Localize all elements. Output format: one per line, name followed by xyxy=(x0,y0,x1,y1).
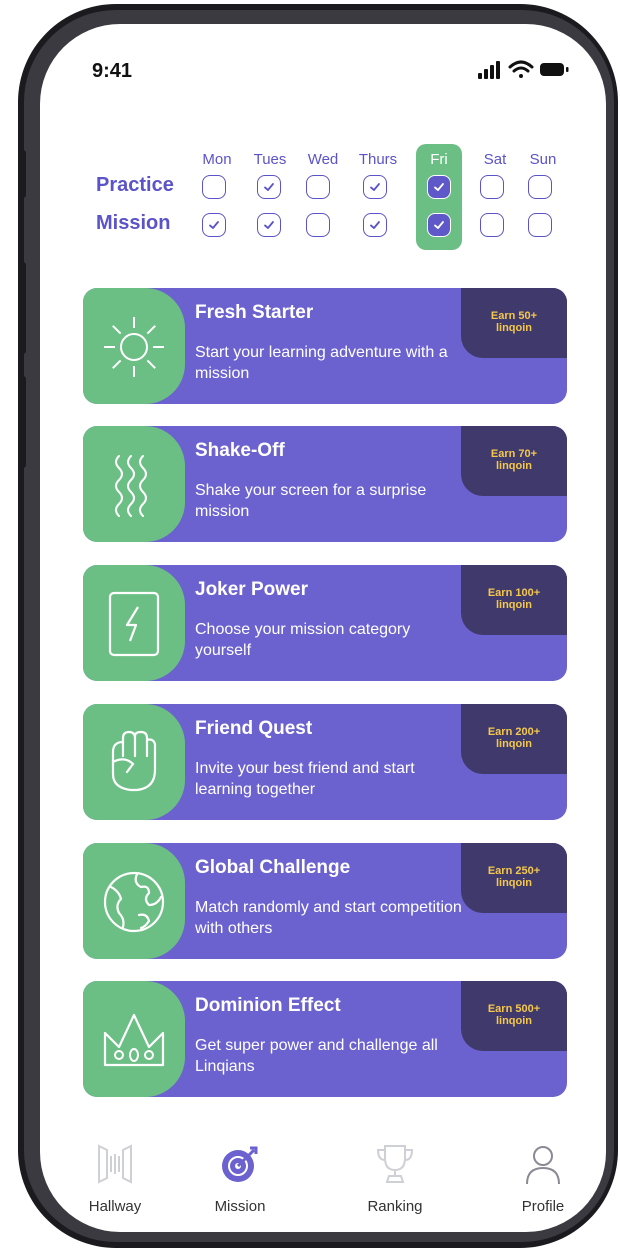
signal-icon xyxy=(478,61,500,79)
reward-badge: Earn 200+ linqoin xyxy=(461,704,567,774)
practice-checkbox-thurs[interactable] xyxy=(363,175,387,199)
mission-title: Joker Power xyxy=(195,579,308,600)
person-icon xyxy=(488,1142,598,1186)
mission-description: Invite your best friend and start learni… xyxy=(195,760,415,798)
practice-checkbox-sun[interactable] xyxy=(528,175,552,199)
mission-label: Mission xyxy=(96,212,171,234)
day-label-tues: Tues xyxy=(253,151,287,168)
tab-ranking[interactable] xyxy=(340,1142,450,1186)
mission-checkbox-thurs[interactable] xyxy=(363,213,387,237)
mission-description: Start your learning adventure with a mis… xyxy=(195,344,448,382)
mission-checkbox-sun[interactable] xyxy=(528,213,552,237)
card-icon-panel xyxy=(83,981,185,1097)
tab-label-mission: Mission xyxy=(214,1198,266,1215)
mission-checkbox-fri[interactable] xyxy=(427,213,451,237)
mission-card-joker-power[interactable]: Joker Power Choose your mission category … xyxy=(83,565,567,681)
mission-title: Global Challenge xyxy=(195,857,351,878)
card-icon-panel xyxy=(83,288,185,404)
reward-text: Earn 250+ linqoin xyxy=(487,865,541,889)
practice-label: Practice xyxy=(96,174,174,196)
mission-checkbox-wed[interactable] xyxy=(306,213,330,237)
trophy-icon xyxy=(340,1142,450,1186)
mission-title: Dominion Effect xyxy=(195,995,341,1016)
practice-checkbox-sat[interactable] xyxy=(480,175,504,199)
volume-down-button xyxy=(18,376,26,468)
check-icon xyxy=(262,180,276,194)
mission-description: Match randomly and start competition wit… xyxy=(195,899,462,937)
mission-card-global-challenge[interactable]: Global Challenge Match randomly and start… xyxy=(83,843,567,959)
volume-up-button xyxy=(18,262,26,354)
mission-description: Get super power and challenge all Linqia… xyxy=(195,1037,438,1075)
mission-description: Choose your mission category yourself xyxy=(195,621,411,659)
reward-text: Earn 50+ linqoin xyxy=(490,310,538,334)
reward-text: Earn 70+ linqoin xyxy=(490,448,538,472)
tab-mission[interactable] xyxy=(185,1142,295,1186)
practice-checkbox-wed[interactable] xyxy=(306,175,330,199)
target-icon xyxy=(185,1142,295,1186)
mission-checkbox-sat[interactable] xyxy=(480,213,504,237)
wifi-icon xyxy=(508,60,534,78)
day-label-mon: Mon xyxy=(202,151,232,168)
crown-icon xyxy=(103,1013,165,1067)
mission-card-dominion-effect[interactable]: Dominion Effect Get super power and chall… xyxy=(83,981,567,1097)
check-icon xyxy=(262,218,276,232)
reward-text: Earn 100+ linqoin xyxy=(487,587,541,611)
mission-card-fresh-starter[interactable]: Fresh Starter Start your learning adventu… xyxy=(83,288,567,404)
battery-icon xyxy=(540,63,569,76)
check-icon xyxy=(368,180,382,194)
app-screen: 9:41 Mon Tues Wed Thurs Fri Sat Sun Practice M… xyxy=(40,24,606,1232)
hallway-icon xyxy=(60,1142,170,1186)
fist-icon xyxy=(111,730,157,792)
day-label-sat: Sat xyxy=(483,151,507,168)
card-icon-panel xyxy=(83,565,185,681)
status-icons xyxy=(478,60,569,79)
tab-label-ranking: Ranking xyxy=(367,1198,423,1215)
reward-text: Earn 200+ linqoin xyxy=(487,726,541,750)
lightning-card-icon xyxy=(108,591,160,657)
check-icon xyxy=(207,218,221,232)
mission-card-shake-off[interactable]: Shake-Off Shake your screen for a surpris… xyxy=(83,426,567,542)
globe-icon xyxy=(103,871,165,933)
check-icon xyxy=(432,218,446,232)
practice-checkbox-mon[interactable] xyxy=(202,175,226,199)
card-icon-panel xyxy=(83,704,185,820)
mission-checkbox-tues[interactable] xyxy=(257,213,281,237)
status-time: 9:41 xyxy=(92,60,133,82)
practice-checkbox-fri[interactable] xyxy=(427,175,451,199)
mission-title: Fresh Starter xyxy=(195,302,314,323)
day-label-fri: Fri xyxy=(430,151,448,168)
reward-badge: Earn 500+ linqoin xyxy=(461,981,567,1051)
reward-badge: Earn 250+ linqoin xyxy=(461,843,567,913)
tab-profile[interactable] xyxy=(488,1142,598,1186)
mission-checkbox-mon[interactable] xyxy=(202,213,226,237)
sun-icon xyxy=(104,317,164,377)
mission-title: Shake-Off xyxy=(195,440,285,461)
tab-label-hallway: Hallway xyxy=(88,1198,142,1215)
reward-text: Earn 500+ linqoin xyxy=(487,1003,541,1027)
check-icon xyxy=(368,218,382,232)
tab-label-profile: Profile xyxy=(521,1198,565,1215)
mission-card-friend-quest[interactable]: Friend Quest Invite your best friend and … xyxy=(83,704,567,820)
check-icon xyxy=(432,180,446,194)
card-icon-panel xyxy=(83,843,185,959)
tab-hallway[interactable] xyxy=(60,1142,170,1186)
mission-description: Shake your screen for a surprise mission xyxy=(195,482,427,520)
day-label-wed: Wed xyxy=(307,151,339,168)
mission-title: Friend Quest xyxy=(195,718,313,739)
reward-badge: Earn 100+ linqoin xyxy=(461,565,567,635)
day-label-sun: Sun xyxy=(529,151,557,168)
reward-badge: Earn 50+ linqoin xyxy=(461,288,567,358)
reward-badge: Earn 70+ linqoin xyxy=(461,426,567,496)
day-label-thurs: Thurs xyxy=(358,151,398,168)
card-icon-panel xyxy=(83,426,185,542)
mute-switch xyxy=(18,150,26,198)
practice-checkbox-tues[interactable] xyxy=(257,175,281,199)
shake-waves-icon xyxy=(115,455,147,517)
